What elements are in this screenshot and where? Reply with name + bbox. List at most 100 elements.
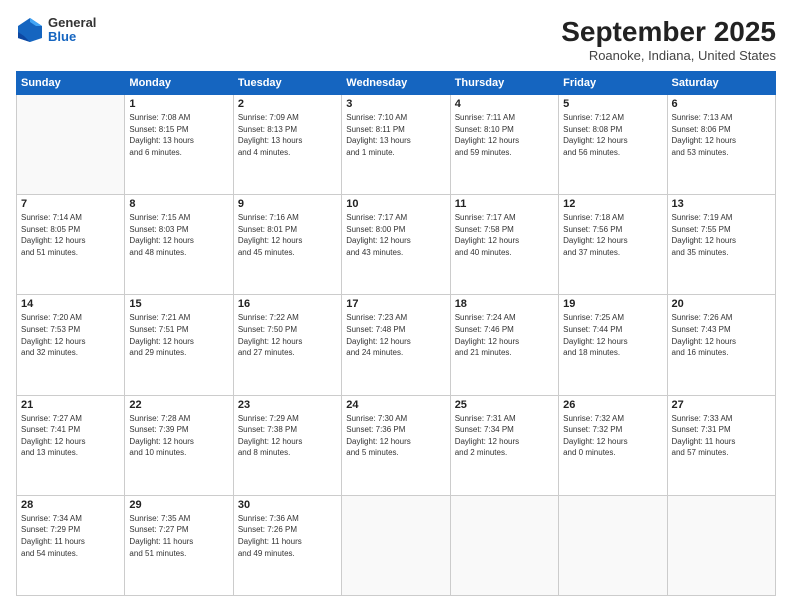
day-number: 14 bbox=[21, 298, 120, 310]
calendar-cell: 16 Sunrise: 7:22 AM Sunset: 7:50 PM Dayli… bbox=[233, 295, 341, 395]
logo-general: General bbox=[48, 16, 96, 30]
page: General Blue September 2025 Roanoke, Ind… bbox=[0, 0, 792, 612]
calendar-cell: 22 Sunrise: 7:28 AM Sunset: 7:39 PM Dayli… bbox=[125, 395, 233, 495]
calendar-cell: 25 Sunrise: 7:31 AM Sunset: 7:34 PM Dayli… bbox=[450, 395, 558, 495]
day-info: Sunrise: 7:16 AM Sunset: 8:01 PM Dayligh… bbox=[238, 212, 337, 258]
logo-blue: Blue bbox=[48, 30, 96, 44]
day-number: 30 bbox=[238, 499, 337, 511]
logo-text: General Blue bbox=[48, 16, 96, 45]
calendar-cell: 4 Sunrise: 7:11 AM Sunset: 8:10 PM Daylig… bbox=[450, 95, 558, 195]
day-info: Sunrise: 7:13 AM Sunset: 8:06 PM Dayligh… bbox=[672, 112, 771, 158]
day-info: Sunrise: 7:09 AM Sunset: 8:13 PM Dayligh… bbox=[238, 112, 337, 158]
calendar-cell: 15Sunrise: 7:21 AM Sunset: 7:51 PM Dayli… bbox=[125, 295, 233, 395]
calendar-cell: 10 Sunrise: 7:17 AM Sunset: 8:00 PM Dayli… bbox=[342, 195, 450, 295]
calendar-week-0: 1 Sunrise: 7:08 AM Sunset: 8:15 PM Daylig… bbox=[17, 95, 776, 195]
calendar-cell: 23 Sunrise: 7:29 AM Sunset: 7:38 PM Dayli… bbox=[233, 395, 341, 495]
day-info: Sunrise: 7:12 AM Sunset: 8:08 PM Dayligh… bbox=[563, 112, 662, 158]
day-number: 27 bbox=[672, 399, 771, 411]
calendar-cell: 26 Sunrise: 7:32 AM Sunset: 7:32 PM Dayli… bbox=[559, 395, 667, 495]
day-number: 2 bbox=[238, 98, 337, 110]
header: General Blue September 2025 Roanoke, Ind… bbox=[16, 16, 776, 63]
day-info: Sunrise: 7:29 AM Sunset: 7:38 PM Dayligh… bbox=[238, 413, 337, 459]
day-info: Sunrise: 7:17 AM Sunset: 7:58 PM Dayligh… bbox=[455, 212, 554, 258]
day-info: Sunrise: 7:17 AM Sunset: 8:00 PM Dayligh… bbox=[346, 212, 445, 258]
day-info: Sunrise: 7:11 AM Sunset: 8:10 PM Dayligh… bbox=[455, 112, 554, 158]
day-number: 21 bbox=[21, 399, 120, 411]
calendar-cell: 8Sunrise: 7:15 AM Sunset: 8:03 PM Daylig… bbox=[125, 195, 233, 295]
day-info: Sunrise: 7:08 AM Sunset: 8:15 PM Dayligh… bbox=[129, 112, 228, 158]
calendar-cell: 13 Sunrise: 7:19 AM Sunset: 7:55 PM Dayli… bbox=[667, 195, 775, 295]
day-info: Sunrise: 7:19 AM Sunset: 7:55 PM Dayligh… bbox=[672, 212, 771, 258]
day-info: Sunrise: 7:15 AM Sunset: 8:03 PM Dayligh… bbox=[129, 212, 228, 258]
day-number: 11 bbox=[455, 198, 554, 210]
day-info: Sunrise: 7:10 AM Sunset: 8:11 PM Dayligh… bbox=[346, 112, 445, 158]
day-number: 5 bbox=[563, 98, 662, 110]
calendar-cell: 2 Sunrise: 7:09 AM Sunset: 8:13 PM Daylig… bbox=[233, 95, 341, 195]
day-number: 10 bbox=[346, 198, 445, 210]
calendar-cell: 12 Sunrise: 7:18 AM Sunset: 7:56 PM Dayli… bbox=[559, 195, 667, 295]
calendar-cell: 7Sunrise: 7:14 AM Sunset: 8:05 PM Daylig… bbox=[17, 195, 125, 295]
day-info: Sunrise: 7:32 AM Sunset: 7:32 PM Dayligh… bbox=[563, 413, 662, 459]
calendar-cell: 6Sunrise: 7:13 AM Sunset: 8:06 PM Daylig… bbox=[667, 95, 775, 195]
day-info: Sunrise: 7:18 AM Sunset: 7:56 PM Dayligh… bbox=[563, 212, 662, 258]
day-number: 4 bbox=[455, 98, 554, 110]
day-number: 17 bbox=[346, 298, 445, 310]
calendar-cell bbox=[667, 495, 775, 595]
col-wednesday: Wednesday bbox=[342, 72, 450, 95]
col-thursday: Thursday bbox=[450, 72, 558, 95]
day-number: 28 bbox=[21, 499, 120, 511]
day-number: 26 bbox=[563, 399, 662, 411]
day-number: 29 bbox=[129, 499, 228, 511]
calendar-week-3: 21Sunrise: 7:27 AM Sunset: 7:41 PM Dayli… bbox=[17, 395, 776, 495]
calendar-cell: 18Sunrise: 7:24 AM Sunset: 7:46 PM Dayli… bbox=[450, 295, 558, 395]
day-number: 7 bbox=[21, 198, 120, 210]
calendar-cell: 3 Sunrise: 7:10 AM Sunset: 8:11 PM Daylig… bbox=[342, 95, 450, 195]
day-number: 16 bbox=[238, 298, 337, 310]
calendar-cell: 29Sunrise: 7:35 AM Sunset: 7:27 PM Dayli… bbox=[125, 495, 233, 595]
day-info: Sunrise: 7:22 AM Sunset: 7:50 PM Dayligh… bbox=[238, 312, 337, 358]
day-info: Sunrise: 7:20 AM Sunset: 7:53 PM Dayligh… bbox=[21, 312, 120, 358]
day-info: Sunrise: 7:26 AM Sunset: 7:43 PM Dayligh… bbox=[672, 312, 771, 358]
day-info: Sunrise: 7:33 AM Sunset: 7:31 PM Dayligh… bbox=[672, 413, 771, 459]
day-number: 24 bbox=[346, 399, 445, 411]
day-number: 12 bbox=[563, 198, 662, 210]
calendar-cell: 27 Sunrise: 7:33 AM Sunset: 7:31 PM Dayli… bbox=[667, 395, 775, 495]
col-monday: Monday bbox=[125, 72, 233, 95]
day-number: 1 bbox=[129, 98, 228, 110]
logo-icon bbox=[16, 16, 44, 44]
day-number: 18 bbox=[455, 298, 554, 310]
day-number: 9 bbox=[238, 198, 337, 210]
calendar-cell: 19 Sunrise: 7:25 AM Sunset: 7:44 PM Dayli… bbox=[559, 295, 667, 395]
day-info: Sunrise: 7:25 AM Sunset: 7:44 PM Dayligh… bbox=[563, 312, 662, 358]
calendar-cell: 30 Sunrise: 7:36 AM Sunset: 7:26 PM Dayli… bbox=[233, 495, 341, 595]
calendar-cell: 24 Sunrise: 7:30 AM Sunset: 7:36 PM Dayli… bbox=[342, 395, 450, 495]
logo: General Blue bbox=[16, 16, 96, 45]
title-block: September 2025 Roanoke, Indiana, United … bbox=[561, 16, 776, 63]
calendar-week-4: 28Sunrise: 7:34 AM Sunset: 7:29 PM Dayli… bbox=[17, 495, 776, 595]
col-saturday: Saturday bbox=[667, 72, 775, 95]
col-tuesday: Tuesday bbox=[233, 72, 341, 95]
day-number: 25 bbox=[455, 399, 554, 411]
day-number: 23 bbox=[238, 399, 337, 411]
day-info: Sunrise: 7:28 AM Sunset: 7:39 PM Dayligh… bbox=[129, 413, 228, 459]
calendar-cell bbox=[17, 95, 125, 195]
day-info: Sunrise: 7:36 AM Sunset: 7:26 PM Dayligh… bbox=[238, 513, 337, 559]
day-info: Sunrise: 7:31 AM Sunset: 7:34 PM Dayligh… bbox=[455, 413, 554, 459]
day-number: 13 bbox=[672, 198, 771, 210]
calendar: Sunday Monday Tuesday Wednesday Thursday… bbox=[16, 71, 776, 596]
day-number: 22 bbox=[129, 399, 228, 411]
day-info: Sunrise: 7:21 AM Sunset: 7:51 PM Dayligh… bbox=[129, 312, 228, 358]
location: Roanoke, Indiana, United States bbox=[561, 48, 776, 63]
day-number: 19 bbox=[563, 298, 662, 310]
calendar-week-2: 14 Sunrise: 7:20 AM Sunset: 7:53 PM Dayli… bbox=[17, 295, 776, 395]
day-number: 3 bbox=[346, 98, 445, 110]
calendar-week-1: 7Sunrise: 7:14 AM Sunset: 8:05 PM Daylig… bbox=[17, 195, 776, 295]
calendar-cell: 17Sunrise: 7:23 AM Sunset: 7:48 PM Dayli… bbox=[342, 295, 450, 395]
calendar-cell bbox=[559, 495, 667, 595]
calendar-cell: 9 Sunrise: 7:16 AM Sunset: 8:01 PM Daylig… bbox=[233, 195, 341, 295]
month-title: September 2025 bbox=[561, 16, 776, 48]
col-sunday: Sunday bbox=[17, 72, 125, 95]
day-info: Sunrise: 7:30 AM Sunset: 7:36 PM Dayligh… bbox=[346, 413, 445, 459]
calendar-cell: 5 Sunrise: 7:12 AM Sunset: 8:08 PM Daylig… bbox=[559, 95, 667, 195]
day-number: 20 bbox=[672, 298, 771, 310]
